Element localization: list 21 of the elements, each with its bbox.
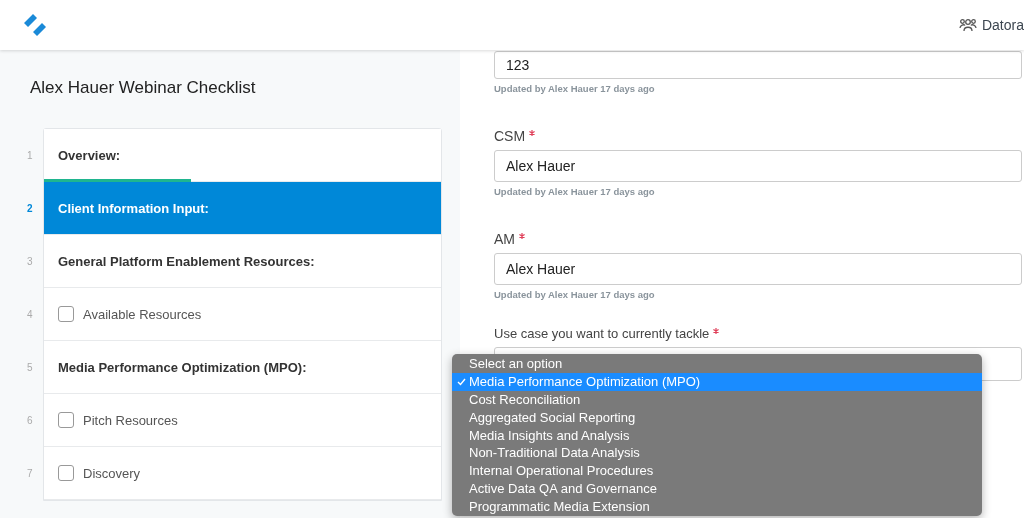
field-label: AM bbox=[494, 231, 1022, 247]
item-number: 4 bbox=[27, 308, 33, 320]
item-number: 2 bbox=[27, 202, 33, 214]
item-number: 1 bbox=[27, 149, 33, 161]
item-label: General Platform Enablement Resources: bbox=[57, 253, 315, 269]
field-label: CSM bbox=[494, 128, 1022, 144]
item-number: 3 bbox=[27, 255, 33, 267]
item-number: 7 bbox=[27, 467, 33, 479]
updated-note: Updated by Alex Hauer 17 days ago bbox=[494, 186, 656, 197]
item-number: 5 bbox=[27, 361, 33, 373]
item-number: 6 bbox=[27, 414, 33, 426]
checklist-title: Alex Hauer Webinar Checklist bbox=[30, 78, 257, 98]
item-label: Available Resources bbox=[83, 306, 202, 322]
item-label: Overview: bbox=[57, 147, 121, 163]
updated-note: Updated by Alex Hauer 17 days ago bbox=[494, 83, 656, 94]
updated-note: Updated by Alex Hauer 17 days ago bbox=[494, 289, 656, 300]
item-label: Client Information Input: bbox=[57, 200, 209, 216]
item-label: Discovery bbox=[83, 465, 141, 481]
item-label: Pitch Resources bbox=[83, 412, 178, 428]
item-label: Media Performance Optimization (MPO): bbox=[57, 359, 307, 375]
field-label: Use case you want to currently tackle bbox=[494, 326, 1022, 341]
